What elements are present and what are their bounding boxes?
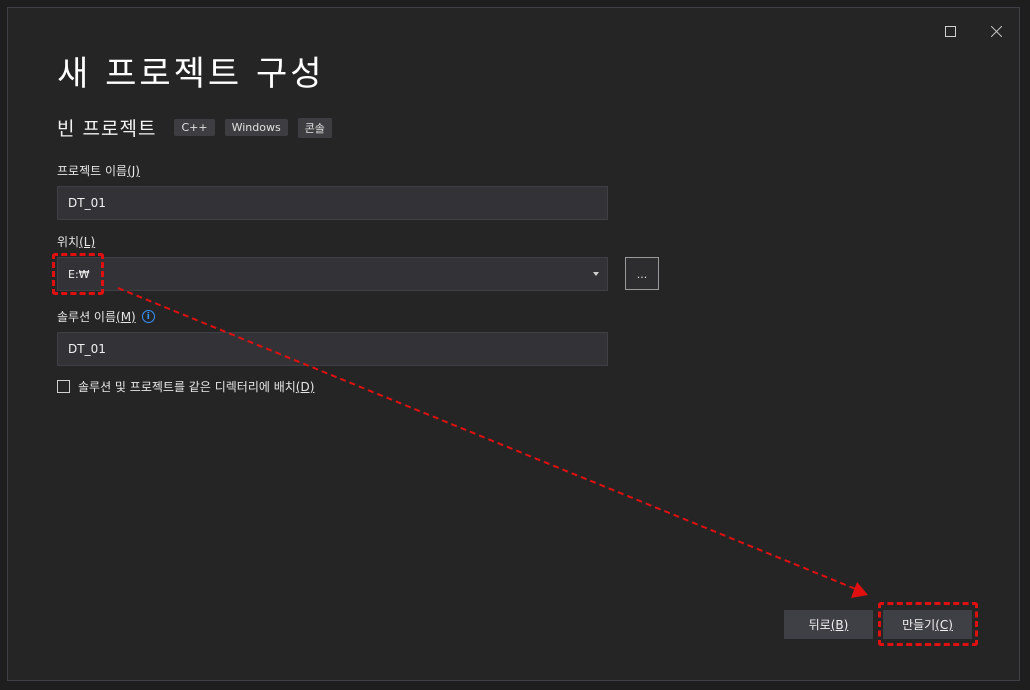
arrow-line: [117, 287, 859, 591]
arrow-head: [851, 582, 868, 598]
annotation-arrow: [117, 287, 868, 598]
